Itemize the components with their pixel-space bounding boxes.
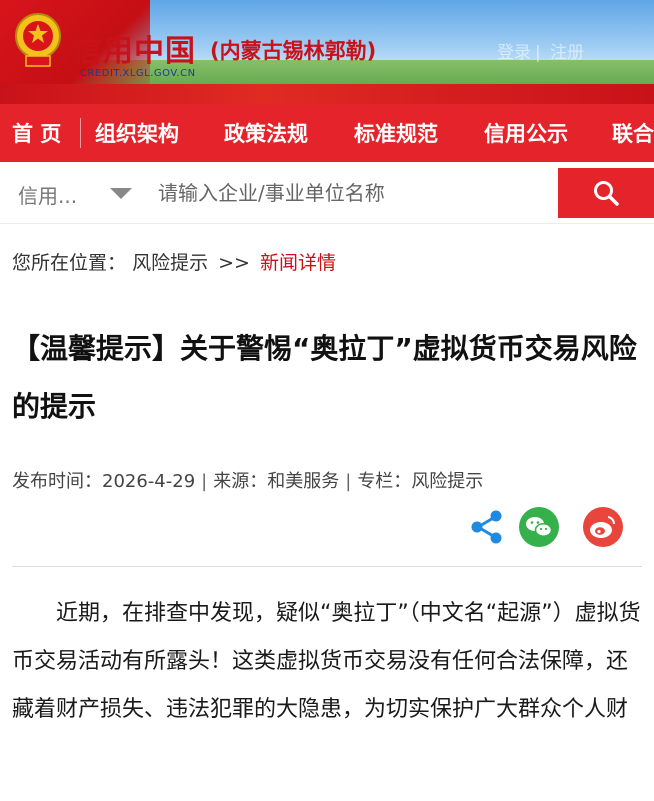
nav-item-policies[interactable]: 政策法规 [224, 118, 308, 148]
nav-item-standards[interactable]: 标准规范 [354, 118, 438, 148]
breadcrumb-current: 新闻详情 [260, 252, 337, 274]
site-banner: 信用中国 (内蒙古锡林郭勒) CREDIT.XLGL.GOV.CN 登录 | 注册 [0, 0, 654, 104]
breadcrumb: 您所在位置： 风险提示 >> 新闻详情 [12, 248, 336, 275]
login-link[interactable]: 登录 [497, 43, 531, 63]
source-value: 和美服务 [267, 471, 340, 492]
source-label: 来源： [213, 471, 268, 492]
nav-item-home[interactable]: 首 页 [12, 118, 61, 148]
wechat-icon[interactable] [518, 506, 560, 548]
banner-stripe [0, 84, 654, 104]
search-button[interactable] [558, 168, 654, 218]
publish-label: 发布时间： [12, 471, 102, 492]
search-scope-select[interactable]: 信用... [18, 180, 77, 209]
nav-item-organization[interactable]: 组织架构 [95, 118, 179, 148]
content-divider [12, 566, 642, 567]
breadcrumb-separator: >> [218, 252, 250, 274]
share-icon[interactable] [466, 506, 508, 548]
share-bar [466, 506, 636, 550]
register-link[interactable]: 注册 [550, 43, 584, 63]
meta-divider: | [345, 471, 352, 492]
article-title: 【温馨提示】关于警惕“奥拉丁”虚拟货币交易风险的提示 [12, 332, 637, 423]
auth-links: 登录 | 注册 [497, 38, 588, 63]
article-body: 近期，在排查中发现，疑似“奥拉丁”（中文名“起源”）虚拟货币交易活动有所露头！这… [12, 601, 641, 722]
nav-item-credit-disclosure[interactable]: 信用公示 [484, 118, 568, 148]
site-domain: CREDIT.XLGL.GOV.CN [80, 68, 196, 79]
meta-divider: | [201, 471, 208, 492]
chevron-down-icon[interactable] [110, 188, 132, 199]
article-meta: 发布时间：2026-4-29 | 来源：和美服务 | 专栏：风险提示 [12, 462, 642, 502]
nav-divider [80, 118, 81, 148]
publish-date: 2026-4-29 [102, 471, 196, 492]
search-icon [594, 181, 619, 206]
search-input[interactable] [158, 172, 548, 214]
site-name[interactable]: 信用中国 [72, 26, 196, 70]
column-label: 专栏： [357, 471, 412, 492]
breadcrumb-prefix: 您所在位置： [12, 252, 127, 274]
breadcrumb-section[interactable]: 风险提示 [132, 252, 208, 274]
site-region: (内蒙古锡林郭勒) [210, 39, 377, 63]
national-emblem-icon [15, 13, 61, 67]
main-nav: 首 页 组织架构 政策法规 标准规范 信用公示 联合 [0, 104, 654, 162]
weibo-icon[interactable] [582, 506, 624, 548]
column-value: 风险提示 [411, 471, 484, 492]
search-bar: 信用... [0, 162, 654, 224]
nav-item-joint[interactable]: 联合 [612, 118, 654, 148]
auth-divider: | [535, 43, 541, 63]
